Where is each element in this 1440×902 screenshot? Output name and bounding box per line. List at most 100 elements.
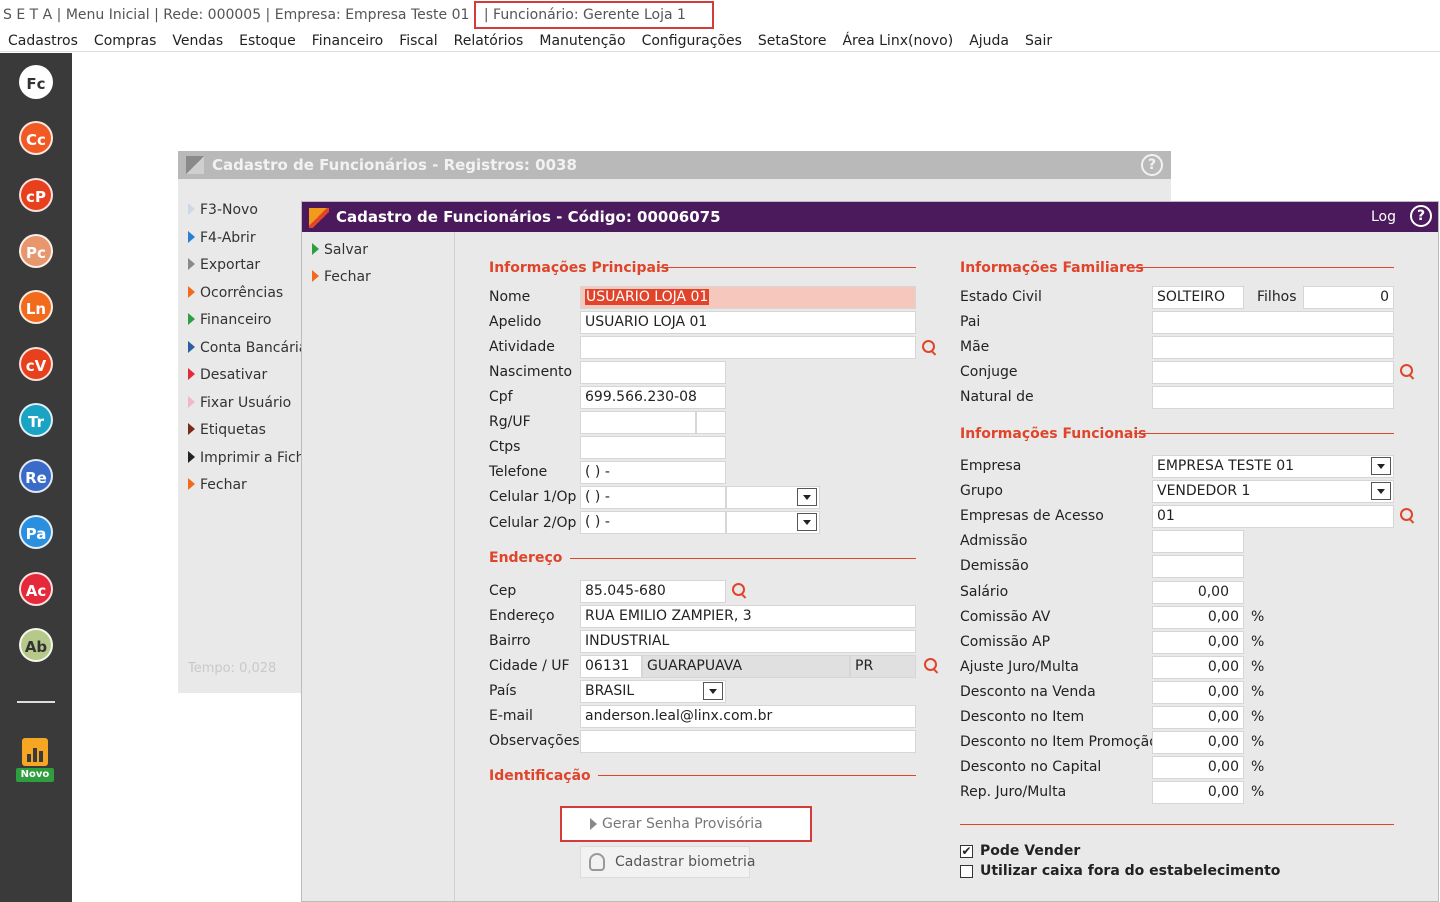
menu-6[interactable]: Relatórios (446, 30, 532, 52)
app-icon-4[interactable]: Ln (19, 290, 53, 325)
menu-11[interactable]: Ajuda (961, 30, 1017, 52)
telefone-field[interactable]: ( ) - (580, 461, 726, 484)
pais-label: País (489, 683, 517, 699)
empresa-select[interactable]: EMPRESA TESTE 01 (1152, 455, 1394, 478)
menu-5[interactable]: Fiscal (391, 30, 445, 52)
rate-field-1[interactable]: 0,00 (1152, 631, 1244, 654)
acesso-field[interactable]: 01 (1152, 505, 1394, 528)
grupo-dropdown-icon[interactable] (1371, 482, 1391, 500)
rg-field[interactable] (580, 411, 696, 434)
cep-field[interactable]: 85.045-680 (580, 580, 726, 603)
log-link[interactable]: Log (1371, 202, 1396, 232)
cel1-field[interactable]: ( ) - (580, 486, 726, 509)
app-sidebar: Fc Cc cP Pc Ln cV Tr Re Pa Ac Ab Novo (0, 53, 72, 902)
novo-chart-icon[interactable]: Novo (16, 738, 54, 784)
app-icon-6[interactable]: Tr (19, 402, 53, 437)
rate-field-0[interactable]: 0,00 (1152, 606, 1244, 629)
atividade-search-icon[interactable] (922, 340, 938, 356)
empresa-dropdown-icon[interactable] (1371, 457, 1391, 475)
cidade-name-field: GUARAPUAVA (642, 655, 850, 678)
bg-menu-item-1[interactable]: F4-Abrir (188, 230, 303, 246)
help-icon[interactable]: ? (1410, 205, 1432, 227)
bg-menu-item-6[interactable]: Desativar (188, 367, 303, 383)
bg-menu-item-4[interactable]: Financeiro (188, 312, 303, 328)
natural-field[interactable] (1152, 386, 1394, 409)
admissao-field[interactable] (1152, 530, 1244, 553)
obs-field[interactable] (580, 730, 916, 753)
rate-field-2[interactable]: 0,00 (1152, 656, 1244, 679)
biometria-button[interactable]: Cadastrar biometria (580, 846, 755, 878)
bg-menu-item-7[interactable]: Fixar Usuário (188, 395, 303, 411)
app-icon-7[interactable]: Re (19, 459, 53, 494)
email-field[interactable]: anderson.leal@linx.com.br (580, 705, 916, 728)
nascimento-field[interactable] (580, 361, 726, 384)
nome-field[interactable]: USUARIO LOJA 01 (580, 286, 916, 309)
cel2-field[interactable]: ( ) - (580, 511, 726, 534)
apelido-field[interactable]: USUARIO LOJA 01 (580, 311, 916, 334)
help-icon[interactable]: ? (1141, 154, 1163, 176)
estado-civil-field[interactable]: SOLTEIRO (1152, 286, 1244, 309)
salario-field[interactable]: 0,00 (1152, 581, 1244, 604)
title-employee: | Funcionário: Gerente Loja 1 (473, 1, 714, 29)
endereco-field[interactable]: RUA EMILIO ZAMPIER, 3 (580, 605, 916, 628)
menu-4[interactable]: Financeiro (304, 30, 391, 52)
menu-1[interactable]: Compras (86, 30, 165, 52)
demissao-field[interactable] (1152, 555, 1244, 578)
cidade-code-field[interactable]: 06131 (580, 655, 642, 678)
menu-0[interactable]: Cadastros (0, 30, 86, 52)
rate-field-5[interactable]: 0,00 (1152, 731, 1244, 754)
conjuge-search-icon[interactable] (1400, 364, 1416, 380)
pai-field[interactable] (1152, 311, 1394, 334)
ctps-field[interactable] (580, 436, 726, 459)
bg-menu-item-3[interactable]: Ocorrências (188, 285, 303, 301)
menu-9[interactable]: SetaStore (750, 30, 835, 52)
rate-field-6[interactable]: 0,00 (1152, 756, 1244, 779)
caixa-fora-checkbox[interactable] (960, 865, 973, 878)
filhos-field[interactable]: 0 (1303, 286, 1394, 309)
rate-field-4[interactable]: 0,00 (1152, 706, 1244, 729)
cidade-search-icon[interactable] (924, 658, 940, 674)
bg-window-title: Cadastro de Funcionários - Registros: 00… (212, 156, 577, 174)
mae-field[interactable] (1152, 336, 1394, 359)
bairro-field[interactable]: INDUSTRIAL (580, 630, 916, 653)
grupo-select[interactable]: VENDEDOR 1 (1152, 480, 1394, 503)
pode-vender-checkbox[interactable]: ✔ (960, 845, 973, 858)
fg-menu-item-0[interactable]: Salvar (312, 242, 368, 258)
cpf-field[interactable]: 699.566.230-08 (580, 386, 726, 409)
bg-menu-item-9[interactable]: Imprimir a Ficha (188, 450, 303, 466)
app-icon-1[interactable]: Cc (19, 121, 53, 156)
gerar-senha-button[interactable]: Gerar Senha Provisória (560, 806, 812, 842)
bg-menu-item-10[interactable]: Fechar (188, 477, 303, 493)
menu-3[interactable]: Estoque (231, 30, 304, 52)
app-icon-8[interactable]: Pa (19, 515, 53, 550)
bg-menu-arrow-icon (188, 258, 195, 270)
menu-2[interactable]: Vendas (164, 30, 231, 52)
cel2-op-dropdown-icon[interactable] (797, 513, 817, 531)
bg-menu-item-2[interactable]: Exportar (188, 257, 303, 273)
app-icon-2[interactable]: cP (19, 177, 53, 212)
conjuge-field[interactable] (1152, 361, 1394, 384)
menu-12[interactable]: Sair (1017, 30, 1060, 52)
fg-menu-item-1[interactable]: Fechar (312, 269, 371, 285)
bg-menu-item-0[interactable]: F3-Novo (188, 202, 303, 218)
bg-menu-arrow-icon (188, 395, 195, 408)
atividade-field[interactable] (580, 336, 916, 359)
app-icon-10[interactable]: Ab (19, 628, 53, 662)
fg-window-form: Cadastro de Funcionários - Código: 00006… (301, 201, 1439, 902)
rate-field-3[interactable]: 0,00 (1152, 681, 1244, 704)
bg-menu-item-8[interactable]: Etiquetas (188, 422, 303, 438)
pais-dropdown-icon[interactable] (703, 682, 723, 700)
menu-10[interactable]: Área Linx(novo) (834, 30, 961, 52)
cel1-op-dropdown-icon[interactable] (797, 488, 817, 506)
cep-search-icon[interactable] (732, 583, 748, 599)
bg-menu-item-5[interactable]: Conta Bancária (188, 340, 303, 356)
acesso-search-icon[interactable] (1400, 508, 1416, 524)
app-icon-5[interactable]: cV (19, 346, 53, 381)
app-icon-9[interactable]: Ac (19, 571, 53, 606)
menu-7[interactable]: Manutenção (531, 30, 633, 52)
rg-uf-field[interactable] (696, 411, 726, 434)
app-icon-0[interactable]: Fc (19, 65, 53, 99)
app-icon-3[interactable]: Pc (19, 233, 53, 268)
menu-8[interactable]: Configurações (634, 30, 750, 52)
rate-field-7[interactable]: 0,00 (1152, 781, 1244, 804)
